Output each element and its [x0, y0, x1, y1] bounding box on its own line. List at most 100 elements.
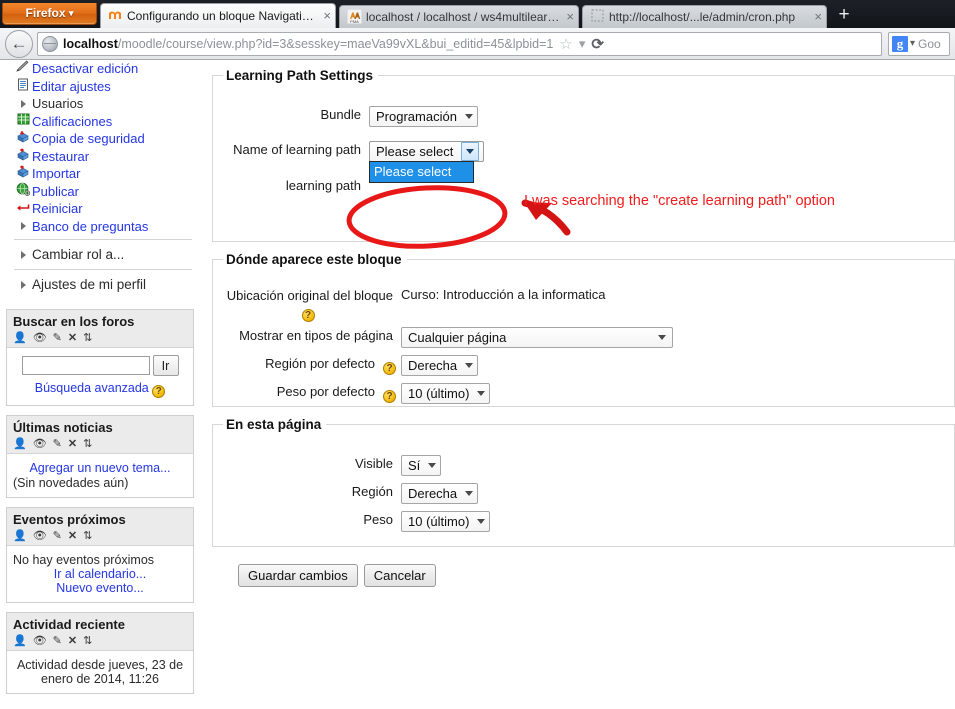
save-button[interactable]: Guardar cambios	[238, 564, 358, 587]
new-event-link[interactable]: Nuevo evento...	[56, 581, 144, 595]
go-to-calendar-link[interactable]: Ir al calendario...	[54, 567, 146, 581]
visible-select[interactable]: Sí	[401, 455, 442, 476]
learning-path-dropdown-option[interactable]: Please select	[369, 161, 474, 183]
form-row-bundle: Bundle Programación	[223, 105, 944, 127]
close-icon[interactable]: ×	[814, 10, 822, 23]
delete-x-icon[interactable]: ✕	[68, 331, 77, 345]
sidebar-item-label[interactable]: Calificaciones	[32, 114, 112, 129]
delete-x-icon[interactable]: ✕	[68, 529, 77, 543]
chevron-down-icon[interactable]: ▾	[910, 38, 915, 49]
moodle-icon	[107, 8, 123, 24]
expand-arrow-icon[interactable]	[14, 277, 32, 293]
sidebar-item-restaurar[interactable]: Restaurar	[14, 148, 194, 166]
region-select[interactable]: Derecha	[401, 483, 479, 504]
delete-x-icon[interactable]: ✕	[68, 634, 77, 648]
sidebar-item-label[interactable]: Banco de preguntas	[32, 219, 148, 234]
add-new-topic-link[interactable]: Agregar un nuevo tema...	[29, 461, 170, 475]
browser-tab-2[interactable]: PMA localhost / localhost / ws4multilear…	[339, 5, 579, 28]
move-icon[interactable]: ⇅	[83, 331, 92, 345]
hide-eye-icon[interactable]: 👁	[33, 634, 47, 648]
browser-tab-1[interactable]: Configurando un bloque Navigation ... ×	[100, 3, 336, 28]
chevron-down-icon[interactable]	[461, 142, 480, 161]
sidebar-item-calificaciones[interactable]: Calificaciones	[14, 113, 194, 131]
sidebar-item-importar[interactable]: Importar	[14, 165, 194, 183]
configure-icon[interactable]: ✎	[53, 331, 62, 345]
move-icon[interactable]: ⇅	[83, 529, 92, 543]
divider	[14, 239, 192, 240]
firefox-app-menu-button[interactable]: Firefox ▾	[2, 3, 97, 25]
field-value: Derecha	[401, 482, 944, 504]
assign-roles-icon[interactable]: 👤	[13, 529, 27, 543]
block-action-icons: 👤 👁 ✎ ✕ ⇅	[13, 633, 187, 648]
help-icon[interactable]: ?	[383, 362, 396, 375]
move-icon[interactable]: ⇅	[83, 634, 92, 648]
help-icon[interactable]: ?	[383, 390, 396, 403]
sidebar-item-banco-de-preguntas[interactable]: Banco de preguntas	[14, 218, 194, 236]
bookmark-star-icon[interactable]: ☆	[559, 35, 572, 53]
weight-select[interactable]: 10 (último)	[401, 511, 491, 532]
block-action-icons: 👤 👁 ✎ ✕ ⇅	[13, 528, 187, 543]
assign-roles-icon[interactable]: 👤	[13, 634, 27, 648]
sidebar-item-label[interactable]: Editar ajustes	[32, 79, 111, 94]
sidebar-item-label[interactable]: Restaurar	[32, 149, 89, 164]
sidebar-item-label[interactable]: Desactivar edición	[32, 61, 138, 76]
sidebar-item-label[interactable]: Importar	[32, 166, 80, 181]
browser-tab-3[interactable]: http://localhost/...le/admin/cron.php ×	[582, 5, 827, 28]
go-button[interactable]: Ir	[152, 355, 179, 376]
block-header: Actividad reciente 👤 👁 ✎ ✕ ⇅	[7, 613, 193, 651]
sidebar-item-label[interactable]: Copia de seguridad	[32, 131, 145, 146]
reload-icon[interactable]: ⟳	[591, 35, 604, 53]
form-row-region-por-defecto: Región por defecto ? Derecha	[223, 354, 944, 376]
new-event-link-row: Nuevo evento...	[13, 581, 187, 595]
bundle-select[interactable]: Programación	[369, 106, 478, 127]
sidebar-item-usuarios[interactable]: Usuarios	[14, 95, 194, 113]
sidebar-item-desactivar-edicion[interactable]: Desactivar edición	[14, 60, 194, 78]
import-box-icon	[14, 165, 32, 182]
hide-eye-icon[interactable]: 👁	[33, 437, 47, 451]
default-weight-select[interactable]: 10 (último)	[401, 383, 491, 404]
field-value: Sí	[401, 454, 944, 476]
assign-roles-icon[interactable]: 👤	[13, 437, 27, 451]
field-value: Please select Please select	[369, 140, 944, 183]
hide-eye-icon[interactable]: 👁	[33, 529, 47, 543]
expand-arrow-icon[interactable]	[14, 218, 32, 234]
expand-arrow-icon[interactable]	[14, 247, 32, 263]
navigation-toolbar: ← localhost/moodle/course/view.php?id=3&…	[0, 28, 955, 60]
sidebar-item-label[interactable]: Reiniciar	[32, 201, 83, 216]
search-input[interactable]	[21, 356, 150, 375]
sidebar-item-cambiar-rol[interactable]: Cambiar rol a...	[14, 244, 194, 265]
page-types-select[interactable]: Cualquier página	[401, 327, 673, 348]
configure-icon[interactable]: ✎	[53, 634, 62, 648]
cancel-button[interactable]: Cancelar	[363, 564, 436, 587]
address-bar-icons: ☆ ▾ ⟳	[559, 35, 604, 53]
fieldset-legend: En esta página	[226, 417, 322, 432]
address-bar[interactable]: localhost/moodle/course/view.php?id=3&se…	[37, 31, 882, 56]
new-tab-button[interactable]: +	[831, 5, 857, 27]
blank-page-icon	[589, 9, 605, 25]
sidebar-item-ajustes-de-mi-perfil[interactable]: Ajustes de mi perfil	[14, 274, 194, 295]
sidebar-item-publicar[interactable]: Publicar	[14, 183, 194, 201]
search-bar[interactable]: g ▾ Goo	[888, 31, 950, 56]
hide-eye-icon[interactable]: 👁	[33, 331, 47, 345]
sidebar-item-label[interactable]: Publicar	[32, 184, 79, 199]
search-input[interactable]: Goo	[918, 37, 941, 51]
delete-x-icon[interactable]: ✕	[68, 437, 77, 451]
move-icon[interactable]: ⇅	[83, 437, 92, 451]
help-icon[interactable]: ?	[301, 309, 315, 322]
close-icon[interactable]: ×	[323, 9, 331, 22]
sidebar-item-editar-ajustes[interactable]: Editar ajustes	[14, 78, 194, 96]
chevron-down-icon[interactable]: ▾	[579, 36, 586, 52]
default-region-select[interactable]: Derecha	[401, 355, 479, 376]
sidebar-item-reiniciar[interactable]: Reiniciar	[14, 200, 194, 218]
assign-roles-icon[interactable]: 👤	[13, 331, 27, 345]
close-icon[interactable]: ×	[566, 10, 574, 23]
block-body: Actividad desde jueves, 23 de enero de 2…	[7, 651, 193, 693]
back-button[interactable]: ←	[5, 29, 33, 58]
sidebar-item-copia-de-seguridad[interactable]: Copia de seguridad	[14, 130, 194, 148]
configure-icon[interactable]: ✎	[53, 437, 62, 451]
expand-arrow-icon[interactable]	[14, 96, 32, 112]
configure-icon[interactable]: ✎	[53, 529, 62, 543]
help-icon[interactable]: ?	[152, 385, 166, 398]
advanced-search-link[interactable]: Búsqueda avanzada	[35, 381, 149, 395]
learning-path-select[interactable]: Please select	[369, 141, 485, 162]
